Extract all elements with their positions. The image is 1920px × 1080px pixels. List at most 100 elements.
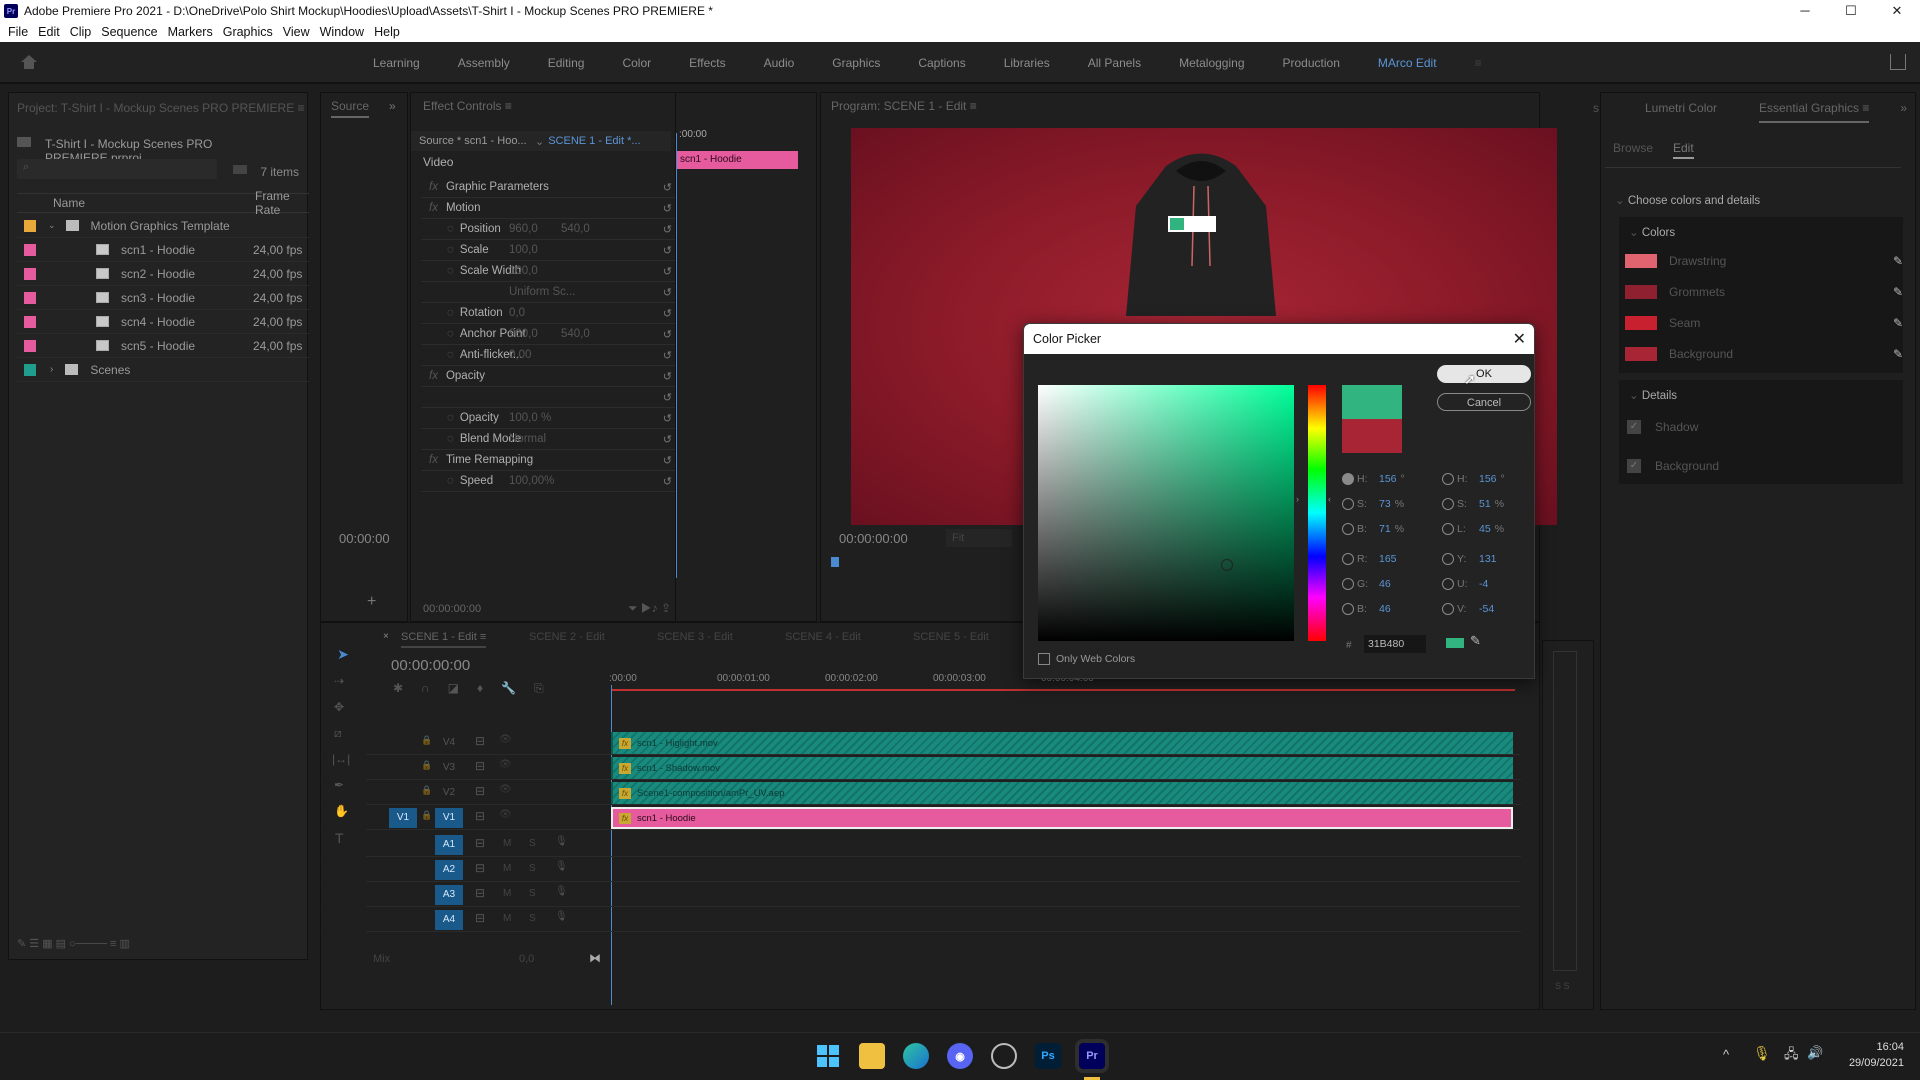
stopwatch-icon[interactable]: ◌ xyxy=(447,412,454,424)
mix-toggle-icon[interactable]: ⧓ xyxy=(589,951,601,965)
radio[interactable] xyxy=(1342,578,1354,590)
menu-file[interactable]: File xyxy=(8,25,28,39)
yuv-v-field[interactable]: V: -54 xyxy=(1442,603,1498,615)
menu-view[interactable]: View xyxy=(283,25,310,39)
effect-sequence-tab[interactable]: SCENE 1 - Edit *... xyxy=(548,135,640,147)
track-target[interactable]: V2 xyxy=(435,783,463,803)
effect-row[interactable]: ◌ Anti-flicker... 0,00 ↺ xyxy=(421,345,676,366)
stopwatch-icon[interactable]: ◌ xyxy=(447,307,454,319)
timeline-clip[interactable]: fx scn1 - Higlight.mov xyxy=(611,732,1513,754)
rgb-green-field[interactable]: G: 46 xyxy=(1342,578,1395,590)
reset-icon[interactable]: ↺ xyxy=(663,454,672,467)
color-swatch[interactable] xyxy=(1625,254,1657,268)
volume-icon[interactable]: 🔊 xyxy=(1807,1045,1823,1061)
filter-icon[interactable]: ⏷ ▶♪ ⇪ xyxy=(628,601,671,616)
tab-scene-5[interactable]: SCENE 5 - Edit xyxy=(913,631,989,643)
lock-icon[interactable]: 🔒 xyxy=(421,760,432,771)
workspace-production[interactable]: Production xyxy=(1283,56,1340,70)
stopwatch-icon[interactable]: ◌ xyxy=(447,223,454,235)
subtab-browse[interactable]: Browse xyxy=(1613,141,1653,155)
eye-icon[interactable]: 👁 xyxy=(499,759,512,770)
solo-button[interactable]: S xyxy=(529,838,536,849)
hsb-brightness-field[interactable]: B: 71% xyxy=(1342,523,1404,535)
workspace-menu-icon[interactable]: ≡ xyxy=(1475,56,1482,70)
color-swatch[interactable] xyxy=(1625,316,1657,330)
sync-lock-icon[interactable]: ⊟ xyxy=(475,759,485,773)
effect-value[interactable]: Uniform Sc... xyxy=(509,286,575,298)
ripple-edit-tool-icon[interactable]: ✥ xyxy=(334,700,344,714)
share-icon[interactable] xyxy=(1890,54,1906,70)
list-item[interactable]: scn5 - Hoodie 24,00 fps xyxy=(17,334,309,358)
hand-tool-icon[interactable]: ✋ xyxy=(334,804,349,818)
tab-scene-4[interactable]: SCENE 4 - Edit xyxy=(785,631,861,643)
colors-title[interactable]: ⌄ Colors xyxy=(1629,225,1675,239)
sync-lock-icon[interactable]: ⊟ xyxy=(475,809,485,823)
effect-row[interactable]: fx Graphic Parameters ↺ xyxy=(421,177,676,198)
hsl-lightness-field[interactable]: L: 45% xyxy=(1442,523,1504,535)
lock-icon[interactable]: 🔒 xyxy=(421,785,432,796)
pen-tool-icon[interactable]: ✒ xyxy=(334,778,344,792)
timeline-timecode[interactable]: 00:00:00:00 xyxy=(391,657,470,674)
radio[interactable] xyxy=(1342,498,1354,510)
effect-row[interactable]: ◌ Speed 100,00% ↺ xyxy=(421,471,676,492)
hsl-saturation-field[interactable]: S: 51% xyxy=(1442,498,1504,510)
stopwatch-icon[interactable]: ◌ xyxy=(447,328,454,340)
stopwatch-icon[interactable]: ◌ xyxy=(447,433,454,445)
effect-row[interactable]: ◌ Opacity 100,0 % ↺ xyxy=(421,408,676,429)
radio[interactable] xyxy=(1442,498,1454,510)
mute-button[interactable]: M xyxy=(503,888,511,899)
effect-value[interactable]: 100,0 xyxy=(509,265,538,277)
color-row[interactable]: Background ✎ xyxy=(1625,340,1915,368)
track-target[interactable]: V4 xyxy=(435,733,463,753)
effect-value[interactable]: 960,0 xyxy=(509,223,538,235)
list-item[interactable]: scn3 - Hoodie 24,00 fps xyxy=(17,286,309,310)
add-button[interactable]: + xyxy=(367,593,376,611)
workspace-audio[interactable]: Audio xyxy=(764,56,795,70)
reset-icon[interactable]: ↺ xyxy=(663,433,672,446)
work-area-bar[interactable] xyxy=(611,689,1515,691)
radio[interactable] xyxy=(1342,553,1354,565)
tab-scene-1[interactable]: SCENE 1 - Edit ≡ xyxy=(401,631,487,648)
slip-tool-icon[interactable]: |↔| xyxy=(332,752,350,766)
column-name[interactable]: Name xyxy=(53,196,85,210)
color-row[interactable]: Drawstring ✎ xyxy=(1625,247,1915,275)
ok-button[interactable]: OK xyxy=(1437,365,1531,383)
solo-button[interactable]: S xyxy=(529,913,536,924)
clock-time[interactable]: 16:04 xyxy=(1854,1041,1904,1053)
project-search-input[interactable]: ⌕ xyxy=(17,159,217,179)
minimize-button[interactable]: ─ xyxy=(1782,0,1828,22)
eyedropper-icon[interactable]: ✎ xyxy=(1893,347,1903,361)
sync-lock-icon[interactable]: ⊟ xyxy=(475,784,485,798)
menu-sequence[interactable]: Sequence xyxy=(101,25,157,39)
detail-background[interactable]: ✓ Background xyxy=(1627,459,1719,473)
microphone-icon[interactable]: 🎙 xyxy=(555,911,568,922)
track-target[interactable]: V1 xyxy=(435,808,463,828)
reset-icon[interactable]: ↺ xyxy=(663,244,672,257)
workspace-captions[interactable]: Captions xyxy=(918,56,965,70)
hue-arrow-right[interactable]: ‹ xyxy=(1328,494,1331,504)
chevron-right-icon[interactable]: › xyxy=(50,364,53,375)
workspace-graphics[interactable]: Graphics xyxy=(832,56,880,70)
photoshop-icon[interactable]: Ps xyxy=(1035,1043,1061,1069)
effect-row[interactable]: fx Opacity ↺ xyxy=(421,366,676,387)
radio[interactable] xyxy=(1342,603,1354,615)
up-folder-icon[interactable] xyxy=(17,137,31,147)
sync-lock-icon[interactable]: ⊟ xyxy=(475,911,485,925)
reset-icon[interactable]: ↺ xyxy=(663,202,672,215)
track-target[interactable]: A1 xyxy=(435,835,463,855)
color-swatch[interactable] xyxy=(1625,285,1657,299)
maximize-button[interactable]: ☐ xyxy=(1828,0,1874,22)
file-explorer-icon[interactable] xyxy=(859,1043,885,1069)
reset-icon[interactable]: ↺ xyxy=(663,307,672,320)
yuv-y-field[interactable]: Y: 131 xyxy=(1442,553,1501,565)
fx-icon[interactable]: fx xyxy=(429,370,438,382)
workspace-color[interactable]: Color xyxy=(622,56,651,70)
workspace-effects[interactable]: Effects xyxy=(689,56,725,70)
radio[interactable] xyxy=(1342,523,1354,535)
solo-button[interactable]: S xyxy=(529,888,536,899)
effect-value[interactable]: 540,0 xyxy=(561,223,590,235)
workspace-marco-edit[interactable]: MArco Edit xyxy=(1378,56,1437,70)
workspace-assembly[interactable]: Assembly xyxy=(458,56,510,70)
effect-value[interactable]: 0,0 xyxy=(509,307,525,319)
track-select-tool-icon[interactable]: ⇢ xyxy=(334,674,344,688)
